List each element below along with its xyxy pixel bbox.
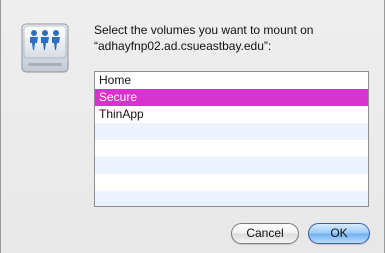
empty-row: [95, 140, 368, 157]
mount-prompt-text: Select the volumes you want to mount on …: [94, 23, 314, 53]
mount-volumes-dialog: Select the volumes you want to mount on …: [0, 0, 385, 253]
volume-list-item[interactable]: Secure: [95, 89, 368, 106]
ok-button[interactable]: OK: [308, 223, 370, 244]
volume-list-item[interactable]: ThinApp: [95, 106, 368, 123]
empty-row: [95, 191, 368, 206]
network-server-icon: [20, 20, 70, 76]
volume-list-item[interactable]: Home: [95, 72, 368, 89]
empty-row: [95, 123, 368, 140]
cancel-button[interactable]: Cancel: [231, 223, 299, 244]
empty-row: [95, 174, 368, 191]
empty-row: [95, 157, 368, 174]
volume-list[interactable]: Home Secure ThinApp: [94, 71, 369, 207]
